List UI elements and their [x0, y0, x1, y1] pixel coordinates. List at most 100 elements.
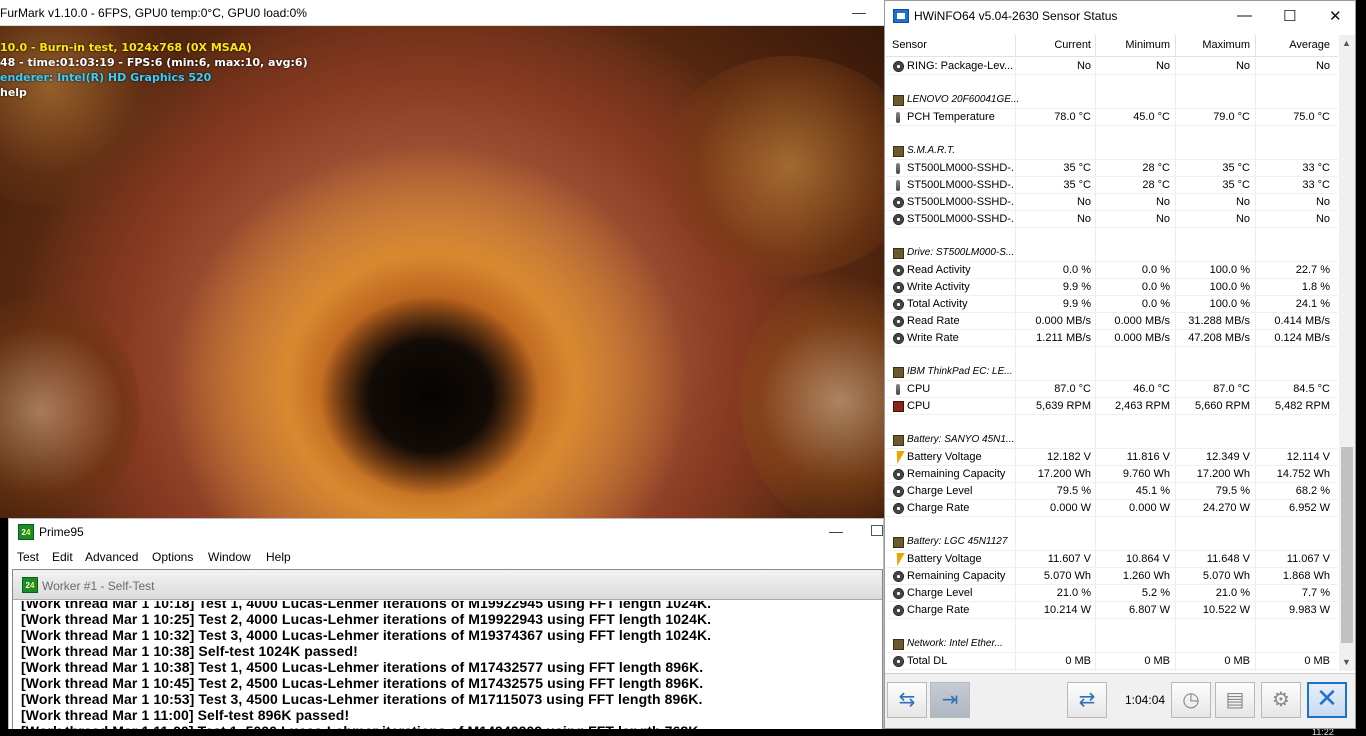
- sensor-group-row[interactable]: Drive: ST500LM000-S...: [886, 245, 1338, 262]
- sensor-group-row[interactable]: S.M.A.R.T.: [886, 143, 1338, 160]
- sensor-table[interactable]: Sensor Current Minimum Maximum Average R…: [886, 35, 1338, 671]
- column-divider[interactable]: [1015, 35, 1016, 57]
- menu-edit[interactable]: Edit: [52, 550, 73, 564]
- sensor-row[interactable]: Charge Level 21.0 % 5.2 % 21.0 % 7.7 %: [886, 585, 1338, 602]
- scroll-down-icon[interactable]: ▼: [1342, 657, 1351, 667]
- sensor-row[interactable]: CPU 87.0 °C 46.0 °C 87.0 °C 84.5 °C: [886, 381, 1338, 398]
- close-sensors-button[interactable]: ✕: [1307, 682, 1347, 718]
- sensor-row[interactable]: ST500LM000-SSHD-... 35 °C 28 °C 35 °C 33 °C: [886, 177, 1338, 194]
- sensor-row[interactable]: Write Rate 1.211 MB/s 0.000 MB/s 47.208 MB/…: [886, 330, 1338, 347]
- col-header-average[interactable]: Average: [1289, 39, 1330, 51]
- menu-test[interactable]: Test: [17, 550, 39, 564]
- prime95-app-icon: 24: [18, 524, 34, 540]
- overlay-help: help: [0, 86, 27, 99]
- prime95-minimize-icon[interactable]: —: [829, 523, 843, 539]
- menu-options[interactable]: Options: [152, 550, 193, 564]
- chip-icon: [893, 248, 904, 259]
- column-divider[interactable]: [1175, 35, 1176, 57]
- settings-button[interactable]: ⚙: [1261, 682, 1301, 718]
- minimum-value: No: [1155, 213, 1170, 225]
- sensor-group-row[interactable]: Battery: LGC 45N1127: [886, 534, 1338, 551]
- elapsed-timer: 1:04:04: [1125, 693, 1166, 707]
- chip-icon: [893, 537, 904, 548]
- collapse-button[interactable]: ⇥: [930, 682, 970, 718]
- col-header-sensor[interactable]: Sensor: [892, 39, 927, 51]
- sensor-row[interactable]: ST500LM000-SSHD-... 35 °C 28 °C 35 °C 33 °C: [886, 160, 1338, 177]
- spacer-row: [886, 347, 1338, 364]
- sensor-name: Drive: ST500LM000-S...: [907, 247, 1015, 258]
- sensor-group-row[interactable]: IBM ThinkPad EC: LE...: [886, 364, 1338, 381]
- sensor-row[interactable]: Read Rate 0.000 MB/s 0.000 MB/s 31.288 MB/s…: [886, 313, 1338, 330]
- sensor-table-scrollbar[interactable]: ▲ ▼: [1339, 35, 1355, 671]
- maximum-value: 11.648 V: [1206, 553, 1250, 565]
- hwinfo-titlebar[interactable]: HWiNFO64 v5.04-2630 Sensor Status — ☐ ✕: [885, 1, 1355, 31]
- sensor-row[interactable]: Charge Rate 0.000 W 0.000 W 24.270 W 6.952 W: [886, 500, 1338, 517]
- worker-window[interactable]: 24 Worker #1 - Self-Test [Work thread Ma…: [12, 569, 883, 736]
- maximum-value: 24.270 W: [1202, 502, 1250, 514]
- average-value: 12.114 V: [1286, 451, 1330, 463]
- sensor-name: Read Activity: [907, 264, 971, 276]
- sensor-row[interactable]: Remaining Capacity 17.200 Wh 9.760 Wh 17.20…: [886, 466, 1338, 483]
- col-header-minimum[interactable]: Minimum: [1125, 39, 1170, 51]
- average-value: 0.414 MB/s: [1274, 315, 1330, 327]
- menu-help[interactable]: Help: [266, 550, 291, 564]
- sensor-row[interactable]: Write Activity 9.9 % 0.0 % 100.0 % 1.8 %: [886, 279, 1338, 296]
- spacer-row: [886, 517, 1338, 534]
- maximum-value: 79.5 %: [1215, 485, 1250, 497]
- furmark-window[interactable]: FurMark v1.10.0 - 6FPS, GPU0 temp:0°C, G…: [0, 0, 884, 518]
- prime95-titlebar[interactable]: 24 Prime95 —: [9, 519, 883, 545]
- report-button[interactable]: ▤: [1215, 682, 1255, 718]
- minimize-icon[interactable]: —: [1237, 7, 1252, 24]
- prime95-window[interactable]: 24 Prime95 — Test Edit Advanced Options …: [8, 518, 884, 736]
- maximum-value: 100.0 %: [1209, 281, 1250, 293]
- sensor-name: Battery: LGC 45N1127: [907, 536, 1008, 547]
- furmark-titlebar[interactable]: FurMark v1.10.0 - 6FPS, GPU0 temp:0°C, G…: [0, 0, 884, 26]
- current-value: 5.070 Wh: [1043, 570, 1091, 582]
- expand-collapse-button[interactable]: ⇆: [887, 682, 927, 718]
- column-divider[interactable]: [1255, 35, 1256, 57]
- close-icon[interactable]: ✕: [1329, 7, 1342, 25]
- sensor-row[interactable]: Remaining Capacity 5.070 Wh 1.260 Wh 5.070 …: [886, 568, 1338, 585]
- sensor-group-row[interactable]: Network: Intel Ether...: [886, 636, 1338, 653]
- col-header-current[interactable]: Current: [1054, 39, 1091, 51]
- sensor-row[interactable]: Total Activity 9.9 % 0.0 % 100.0 % 24.1 %: [886, 296, 1338, 313]
- sensor-row[interactable]: PCH Temperature 78.0 °C 45.0 °C 79.0 °C 75.0…: [886, 109, 1338, 126]
- gauge-icon: [893, 333, 904, 344]
- network-button[interactable]: ⇄: [1067, 682, 1107, 718]
- sensor-row[interactable]: RING: Package-Lev... No No No No: [886, 58, 1338, 75]
- clock-icon: ◷: [1182, 689, 1200, 711]
- maximum-value: 12.349 V: [1205, 451, 1250, 463]
- sensor-group-row[interactable]: LENOVO 20F60041GE...: [886, 92, 1338, 109]
- maximize-icon[interactable]: ☐: [1283, 7, 1296, 25]
- column-divider[interactable]: [1095, 35, 1096, 57]
- sensor-row[interactable]: ST500LM000-SSHD-... No No No No: [886, 194, 1338, 211]
- maximum-value: 100.0 %: [1209, 298, 1250, 310]
- sensor-row[interactable]: Read Activity 0.0 % 0.0 % 100.0 % 22.7 %: [886, 262, 1338, 279]
- sensor-name: Charge Level: [907, 485, 973, 497]
- sensor-row[interactable]: Total DL 0 MB 0 MB 0 MB 0 MB: [886, 653, 1338, 670]
- maximum-value: 21.0 %: [1215, 587, 1250, 599]
- sensor-row[interactable]: Charge Rate 10.214 W 6.807 W 10.522 W 9.983 …: [886, 602, 1338, 619]
- maximum-value: 35 °C: [1222, 162, 1250, 174]
- sensor-row[interactable]: CPU 5,639 RPM 2,463 RPM 5,660 RPM 5,482 RPM: [886, 398, 1338, 415]
- taskbar-clock[interactable]: 11:22: [1312, 729, 1334, 736]
- worker-titlebar[interactable]: 24 Worker #1 - Self-Test: [13, 570, 882, 600]
- clock-button[interactable]: ◷: [1171, 682, 1211, 718]
- sensor-row[interactable]: ST500LM000-SSHD-... No No No No: [886, 211, 1338, 228]
- fur-texture-swirl: [660, 56, 884, 276]
- menu-advanced[interactable]: Advanced: [85, 550, 138, 564]
- sensor-row[interactable]: Battery Voltage 11.607 V 10.864 V 11.648 V 1…: [886, 551, 1338, 568]
- sensor-row[interactable]: Battery Voltage 12.182 V 11.816 V 12.349 V 1…: [886, 449, 1338, 466]
- overlay-test-mode: 10.0 - Burn-in test, 1024x768 (0X MSAA): [0, 41, 252, 54]
- scroll-thumb[interactable]: [1341, 447, 1353, 643]
- prime95-maximize-icon[interactable]: [871, 525, 883, 536]
- col-header-maximum[interactable]: Maximum: [1202, 39, 1250, 51]
- menu-window[interactable]: Window: [208, 550, 251, 564]
- scroll-up-icon[interactable]: ▲: [1342, 38, 1351, 48]
- sensor-group-row[interactable]: Battery: SANYO 45N1...: [886, 432, 1338, 449]
- furmark-minimize-icon[interactable]: —: [852, 4, 866, 20]
- sensor-row[interactable]: Charge Level 79.5 % 45.1 % 79.5 % 68.2 %: [886, 483, 1338, 500]
- gauge-icon: [893, 486, 904, 497]
- hwinfo-window[interactable]: HWiNFO64 v5.04-2630 Sensor Status — ☐ ✕ …: [884, 0, 1356, 729]
- current-value: No: [1076, 213, 1091, 225]
